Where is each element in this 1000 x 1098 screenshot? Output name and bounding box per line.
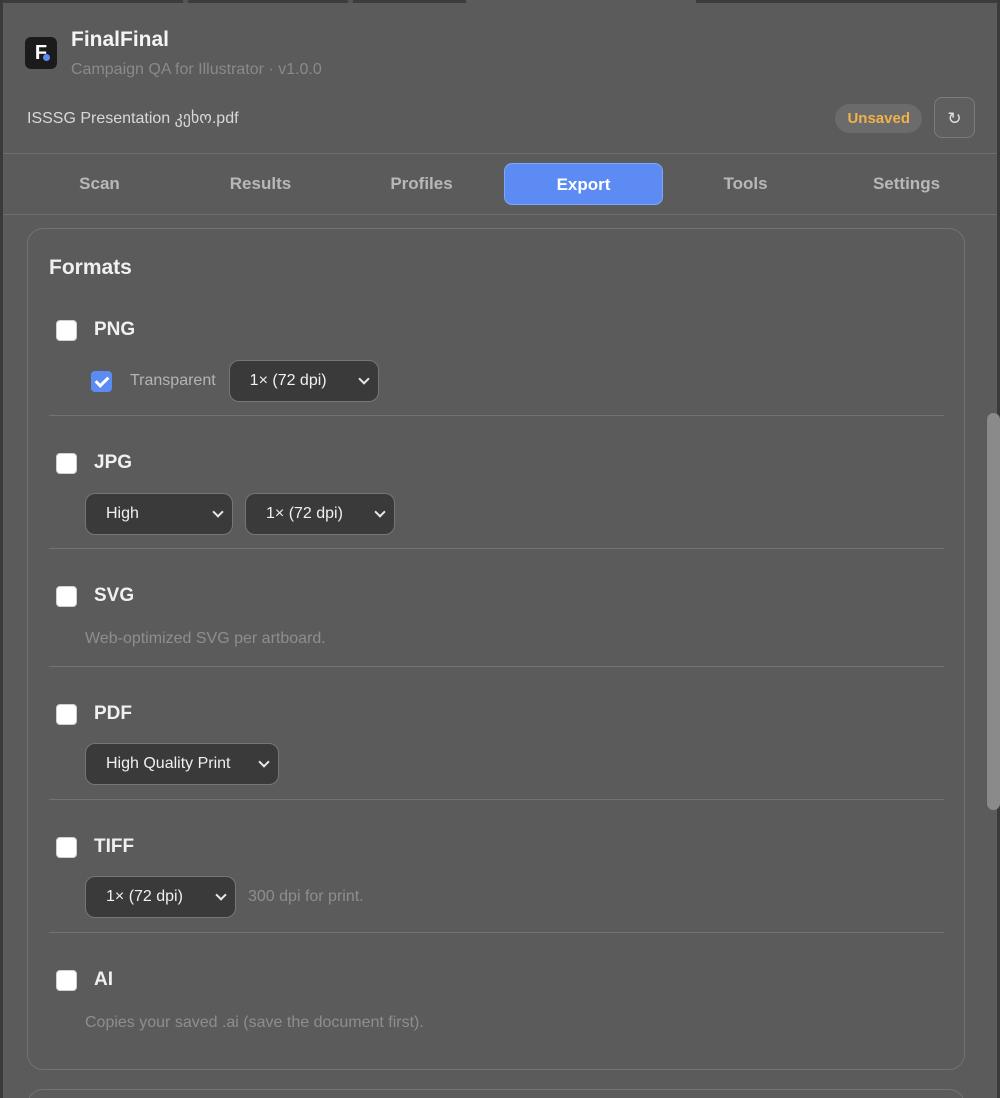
status-badge: Unsaved xyxy=(835,104,922,133)
divider xyxy=(49,932,944,933)
jpg-options: High 1× (72 dpi) xyxy=(85,493,395,535)
pdf-preset-select[interactable]: High Quality Print xyxy=(85,743,279,785)
top-strip xyxy=(3,0,997,3)
tiff-scale-value: 1× (72 dpi) xyxy=(106,888,183,905)
divider xyxy=(49,415,944,416)
format-png: PNG xyxy=(49,316,944,344)
format-svg: SVG xyxy=(49,582,944,610)
divider xyxy=(49,666,944,667)
png-checkbox[interactable] xyxy=(56,319,77,341)
jpg-scale-select[interactable]: 1× (72 dpi) xyxy=(245,493,395,535)
scrollbar-thumb[interactable] xyxy=(987,413,1000,810)
app-subtitle: Campaign QA for Illustrator · v1.0.0 xyxy=(71,61,322,78)
header-divider xyxy=(3,153,997,154)
document-name: ISSSG Presentation კეხო.pdf xyxy=(27,110,239,127)
svg-checkbox[interactable] xyxy=(56,585,77,607)
tiff-options: 1× (72 dpi) 300 dpi for print. xyxy=(85,876,364,918)
png-scale-select[interactable]: 1× (72 dpi) xyxy=(228,360,379,402)
png-label: PNG xyxy=(94,319,136,340)
svg-label: SVG xyxy=(94,585,135,606)
chevron-down-icon xyxy=(215,889,227,901)
chevron-down-icon xyxy=(212,506,224,518)
ai-label: AI xyxy=(94,969,113,990)
divider xyxy=(49,799,944,800)
png-scale-value: 1× (72 dpi) xyxy=(249,372,327,389)
tab-bar: Scan Results Profiles Export Tools Setti… xyxy=(19,163,987,205)
tiff-scale-select[interactable]: 1× (72 dpi) xyxy=(85,876,236,918)
app-logo-icon: F xyxy=(25,37,57,69)
logo-dot xyxy=(43,54,50,61)
transparent-label: Transparent xyxy=(130,372,216,389)
chevron-down-icon xyxy=(358,373,370,385)
pdf-label: PDF xyxy=(94,703,132,724)
tiff-label: TIFF xyxy=(94,836,135,857)
tab-results[interactable]: Results xyxy=(182,163,339,205)
refresh-icon: ↻ xyxy=(947,109,962,128)
chevron-down-icon xyxy=(374,506,386,518)
transparent-checkbox[interactable] xyxy=(91,370,112,392)
format-jpg: JPG xyxy=(49,449,944,477)
next-card xyxy=(27,1089,965,1098)
tab-tools[interactable]: Tools xyxy=(667,163,824,205)
pdf-options: High Quality Print xyxy=(85,743,279,785)
jpg-label: JPG xyxy=(94,452,133,473)
tab-scan[interactable]: Scan xyxy=(21,163,178,205)
svg-hint: Web-optimized SVG per artboard. xyxy=(85,630,326,647)
format-ai: AI xyxy=(49,966,944,994)
tabs-divider xyxy=(3,214,997,215)
jpg-quality-select[interactable]: High xyxy=(85,493,233,535)
formats-card: Formats PNG Transparent 1× (72 dpi) JPG xyxy=(27,228,965,1070)
format-tiff: TIFF xyxy=(49,833,944,861)
tiff-checkbox[interactable] xyxy=(56,836,77,858)
png-options: Transparent 1× (72 dpi) xyxy=(91,360,379,402)
pdf-preset-value: High Quality Print xyxy=(106,755,231,772)
refresh-button[interactable]: ↻ xyxy=(934,97,975,138)
jpg-quality-value: High xyxy=(106,505,139,522)
chevron-down-icon xyxy=(258,756,270,768)
tab-profiles[interactable]: Profiles xyxy=(343,163,500,205)
ai-hint: Copies your saved .ai (save the document… xyxy=(85,1014,424,1031)
app-title: FinalFinal xyxy=(71,28,170,51)
pdf-checkbox[interactable] xyxy=(56,703,77,725)
formats-title: Formats xyxy=(49,256,132,279)
document-row: ISSSG Presentation კეხო.pdf Unsaved ↻ xyxy=(27,97,975,138)
jpg-scale-value: 1× (72 dpi) xyxy=(266,505,343,522)
app-header: F FinalFinal Campaign QA for Illustrator… xyxy=(25,24,322,79)
tab-settings[interactable]: Settings xyxy=(828,163,985,205)
app-title-block: FinalFinal Campaign QA for Illustrator ·… xyxy=(71,24,322,79)
app-window: F FinalFinal Campaign QA for Illustrator… xyxy=(0,0,1000,1098)
divider xyxy=(49,548,944,549)
format-pdf: PDF xyxy=(49,700,944,728)
ai-checkbox[interactable] xyxy=(56,969,77,991)
jpg-checkbox[interactable] xyxy=(56,452,77,474)
tiff-hint: 300 dpi for print. xyxy=(248,888,364,905)
tab-export[interactable]: Export xyxy=(504,163,663,205)
